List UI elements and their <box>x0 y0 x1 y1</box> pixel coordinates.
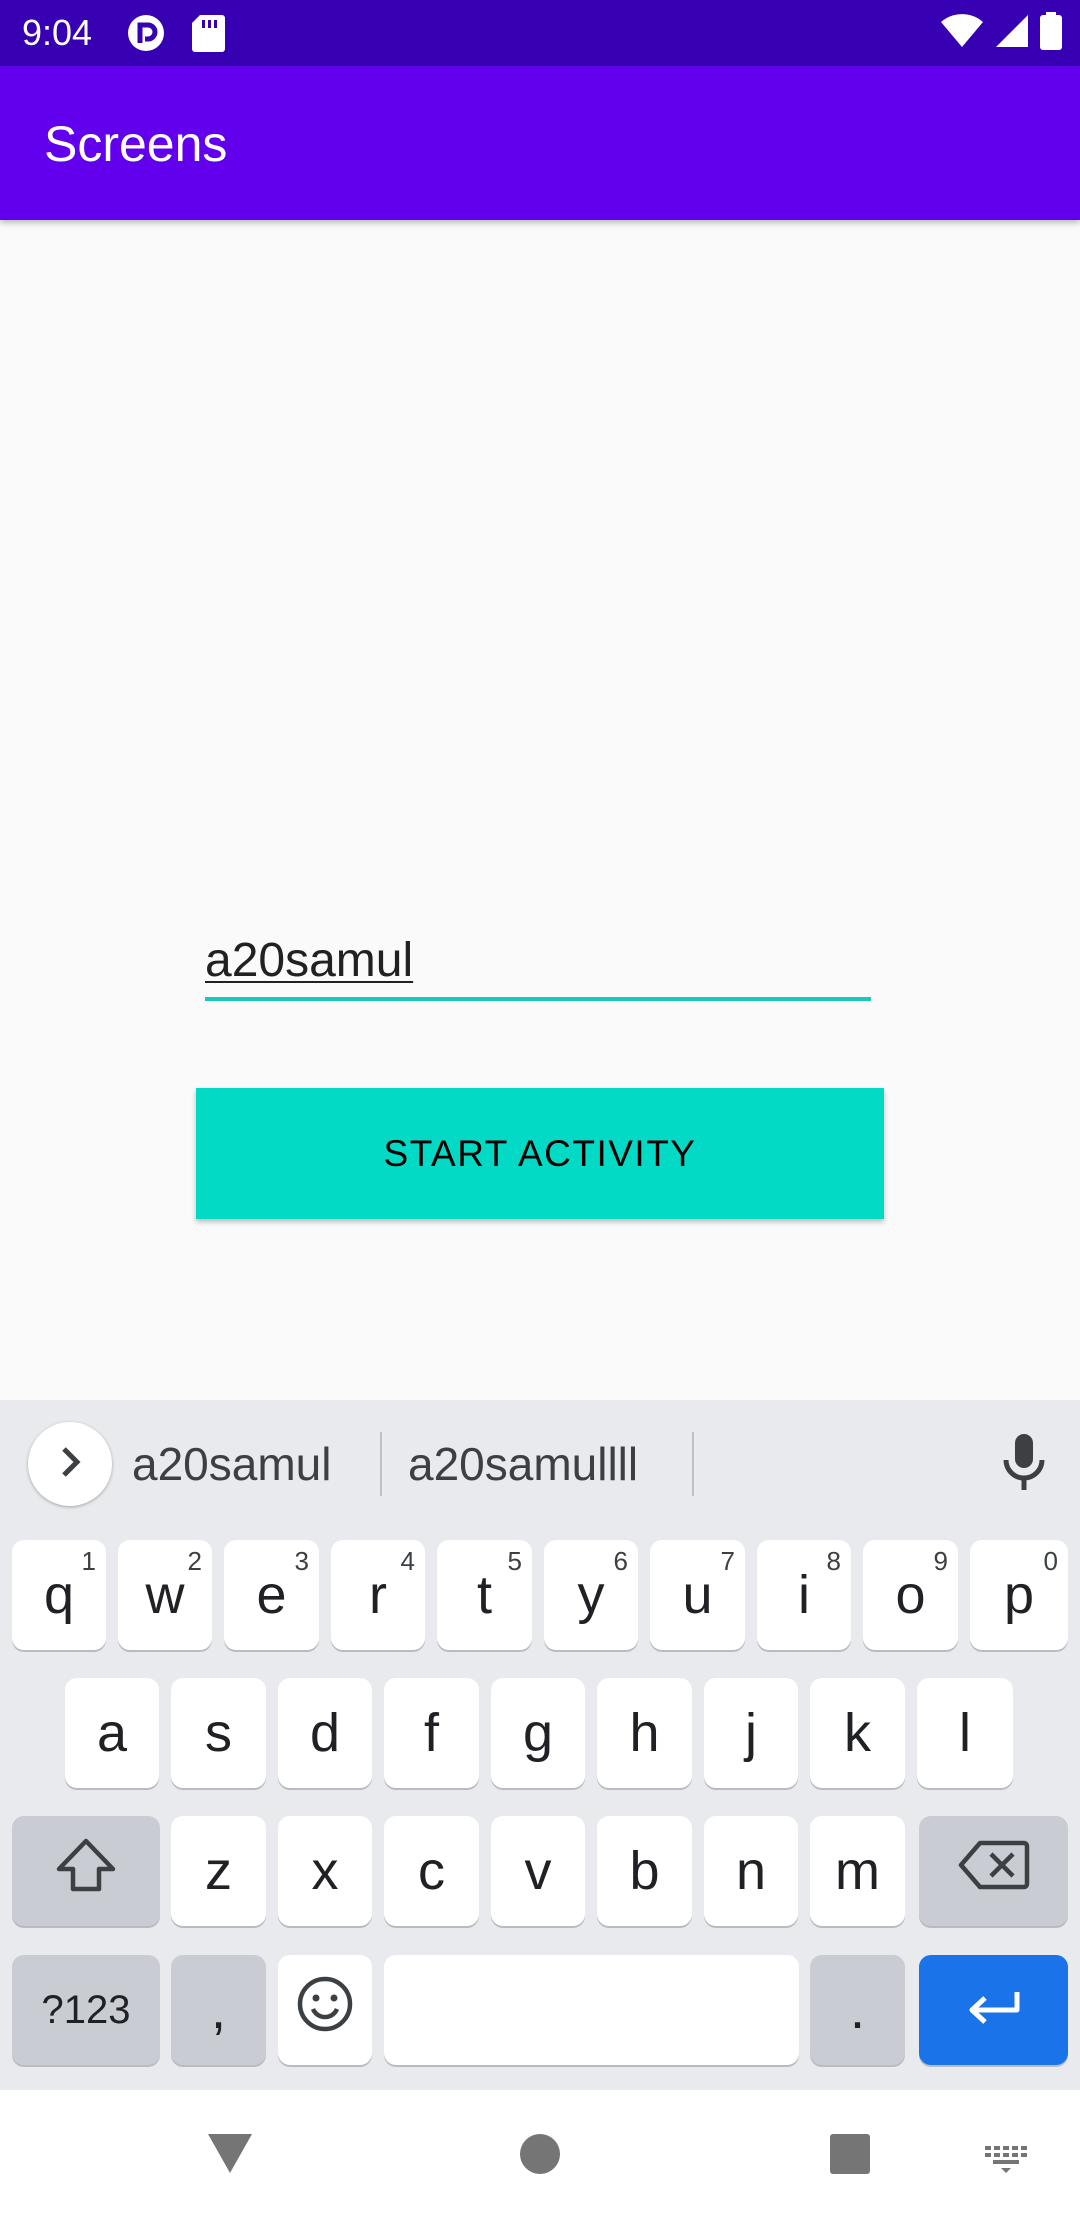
battery-icon <box>1040 11 1062 55</box>
enter-key[interactable] <box>919 1955 1068 2065</box>
key-h[interactable]: h <box>597 1678 692 1788</box>
key-i[interactable]: i8 <box>757 1540 851 1650</box>
shift-key[interactable] <box>12 1816 160 1926</box>
key-a[interactable]: a <box>65 1678 159 1788</box>
suggestion-divider <box>380 1432 382 1496</box>
wifi-icon <box>940 13 984 54</box>
status-time: 9:04 <box>22 12 93 53</box>
keyboard-menu-button[interactable] <box>28 1422 112 1506</box>
backspace-key[interactable] <box>919 1816 1068 1926</box>
key-g[interactable]: g <box>491 1678 585 1788</box>
suggestion-item[interactable]: a20samullll <box>408 1436 638 1492</box>
key-p[interactable]: p0 <box>970 1540 1068 1650</box>
suggestion-item[interactable]: a20samul <box>132 1436 331 1492</box>
keyboard-switch-icon[interactable] <box>980 2140 1032 2176</box>
key-d[interactable]: d <box>278 1678 372 1788</box>
start-activity-button[interactable]: START ACTIVITY <box>196 1088 884 1219</box>
key-x[interactable]: x <box>278 1816 372 1926</box>
key-l[interactable]: l <box>917 1678 1013 1788</box>
key-j[interactable]: j <box>704 1678 798 1788</box>
key-s[interactable]: s <box>171 1678 266 1788</box>
key-w[interactable]: w2 <box>118 1540 212 1650</box>
key-o[interactable]: o9 <box>863 1540 958 1650</box>
shift-icon <box>55 1837 117 1906</box>
key-m[interactable]: m <box>810 1816 905 1926</box>
key-f[interactable]: f <box>384 1678 479 1788</box>
key-e[interactable]: e3 <box>224 1540 319 1650</box>
recents-icon[interactable] <box>826 2130 874 2178</box>
system-status-icons <box>940 11 1062 55</box>
app-title: Screens <box>44 116 228 172</box>
soft-keyboard: a20samul a20samullll q1 w2 e3 r4 t5 y6 u… <box>0 1400 1080 2090</box>
key-t[interactable]: t5 <box>437 1540 532 1650</box>
key-c[interactable]: c <box>384 1816 479 1926</box>
navigation-bar <box>0 2090 1080 2220</box>
key-r[interactable]: r4 <box>331 1540 425 1650</box>
comma-key[interactable]: , <box>171 1955 266 2065</box>
enter-arrow-icon <box>965 1979 1023 2041</box>
back-icon[interactable] <box>200 2128 260 2178</box>
home-icon[interactable] <box>516 2130 564 2178</box>
status-bar: 9:04 <box>0 0 1080 66</box>
key-b[interactable]: b <box>597 1816 692 1926</box>
key-z[interactable]: z <box>171 1816 266 1926</box>
cell-signal-icon <box>994 13 1030 54</box>
symbols-key[interactable]: ?123 <box>12 1955 160 2065</box>
key-q[interactable]: q1 <box>12 1540 106 1650</box>
key-y[interactable]: y6 <box>544 1540 638 1650</box>
name-input[interactable] <box>205 925 871 995</box>
text-field-container <box>205 925 871 1001</box>
app-bar: Screens <box>0 66 1080 220</box>
input-underline <box>205 997 871 1001</box>
space-key[interactable] <box>384 1955 799 2065</box>
suggestion-divider <box>692 1432 694 1496</box>
key-u[interactable]: u7 <box>650 1540 745 1650</box>
key-k[interactable]: k <box>810 1678 905 1788</box>
sd-card-icon <box>190 13 230 53</box>
key-n[interactable]: n <box>704 1816 798 1926</box>
key-v[interactable]: v <box>491 1816 585 1926</box>
emoji-icon <box>296 1975 354 2046</box>
pocket-casts-icon <box>126 13 166 53</box>
microphone-icon[interactable] <box>996 1430 1052 1494</box>
chevron-right-icon <box>55 1445 85 1484</box>
period-key[interactable]: . <box>810 1955 905 2065</box>
emoji-key[interactable] <box>278 1955 372 2065</box>
backspace-icon <box>958 1840 1030 1903</box>
suggestion-strip: a20samul a20samullll <box>0 1400 1080 1524</box>
